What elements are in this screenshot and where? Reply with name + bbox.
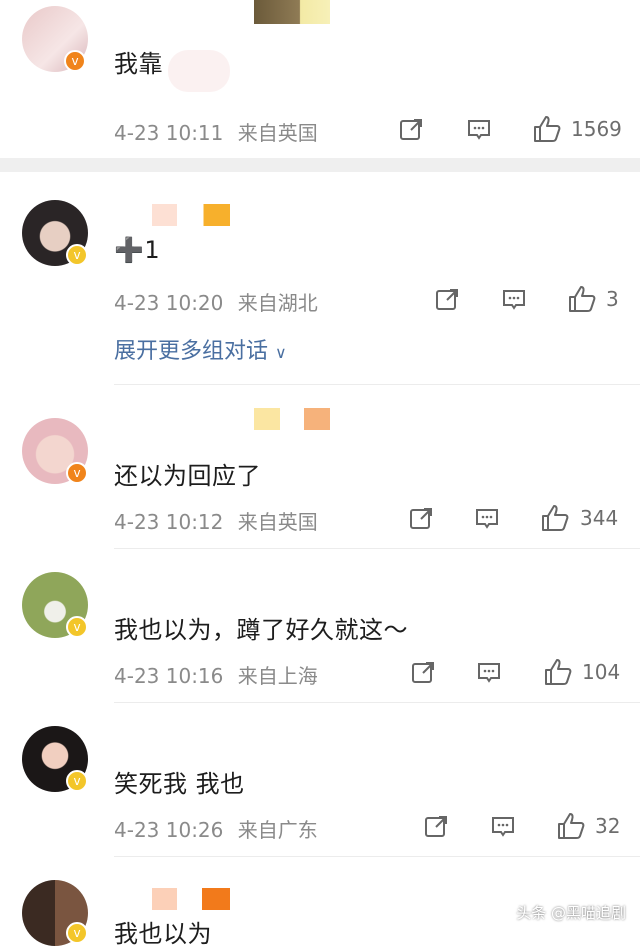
comment-location: 来自湖北 bbox=[237, 291, 318, 315]
share-icon[interactable] bbox=[410, 660, 436, 686]
sticker-image bbox=[168, 50, 230, 92]
username[interactable] bbox=[254, 408, 330, 430]
comment-time: 4-23 10:16 bbox=[114, 664, 224, 688]
comment-icon[interactable] bbox=[474, 506, 500, 532]
verified-badge-icon: v bbox=[66, 244, 88, 266]
share-icon[interactable] bbox=[423, 814, 449, 840]
chevron-down-icon: ∨ bbox=[275, 343, 287, 362]
comment-location: 来自广东 bbox=[237, 818, 318, 842]
expand-label: 展开更多组对话 bbox=[114, 339, 269, 364]
comment-time: 4-23 10:12 bbox=[114, 510, 224, 534]
comment-meta: 4-23 10:26 来自广东 bbox=[114, 814, 318, 843]
divider bbox=[114, 548, 640, 549]
divider bbox=[114, 702, 640, 703]
comment-location: 来自英国 bbox=[237, 510, 318, 534]
comment-meta: 4-23 10:11 来自英国 bbox=[114, 117, 318, 146]
comment-meta: 4-23 10:20 来自湖北 bbox=[114, 287, 318, 316]
comment-icon[interactable] bbox=[490, 814, 516, 840]
verified-badge-icon: v bbox=[66, 922, 88, 944]
comment-time: 4-23 10:20 bbox=[114, 291, 224, 315]
like-count: 1569 bbox=[571, 117, 622, 141]
verified-badge-icon: v bbox=[66, 770, 88, 792]
verified-badge-icon: v bbox=[66, 616, 88, 638]
like-icon[interactable] bbox=[556, 811, 586, 841]
verified-badge-icon: v bbox=[64, 50, 86, 72]
comment-icon[interactable] bbox=[476, 660, 502, 686]
username[interactable] bbox=[254, 0, 330, 24]
comment-text: 还以为回应了 bbox=[114, 462, 261, 490]
username[interactable] bbox=[152, 204, 230, 226]
share-icon[interactable] bbox=[434, 287, 460, 313]
section-divider bbox=[0, 158, 640, 172]
share-icon[interactable] bbox=[398, 117, 424, 143]
comment-text: 我靠 bbox=[114, 50, 163, 78]
watermark: 头条 @黑喵追剧 bbox=[516, 904, 626, 922]
like-icon[interactable] bbox=[540, 503, 570, 533]
like-icon[interactable] bbox=[532, 114, 562, 144]
like-icon[interactable] bbox=[543, 657, 573, 687]
comment-text: 我也以为 bbox=[114, 920, 212, 948]
like-icon[interactable] bbox=[567, 284, 597, 314]
divider bbox=[114, 384, 640, 385]
comment-location: 来自上海 bbox=[237, 664, 318, 688]
comment-meta: 4-23 10:12 来自英国 bbox=[114, 506, 318, 535]
like-count: 3 bbox=[606, 287, 619, 311]
comment-icon[interactable] bbox=[466, 117, 492, 143]
comment-text: ➕1 bbox=[114, 236, 161, 264]
comment-time: 4-23 10:11 bbox=[114, 121, 224, 145]
username[interactable] bbox=[152, 888, 230, 910]
expand-conversation-link[interactable]: 展开更多组对话 ∨ bbox=[114, 333, 287, 365]
like-count: 32 bbox=[595, 814, 621, 838]
comment-location: 来自英国 bbox=[237, 121, 318, 145]
comment-text: 我也以为，蹲了好久就这～ bbox=[114, 616, 408, 644]
comment-icon[interactable] bbox=[501, 287, 527, 313]
like-count: 104 bbox=[582, 660, 621, 684]
comment-time: 4-23 10:26 bbox=[114, 818, 224, 842]
divider bbox=[114, 856, 640, 857]
share-icon[interactable] bbox=[408, 506, 434, 532]
verified-badge-icon: v bbox=[66, 462, 88, 484]
comment-text: 笑死我 我也 bbox=[114, 770, 245, 798]
like-count: 344 bbox=[580, 506, 619, 530]
comment-meta: 4-23 10:16 来自上海 bbox=[114, 660, 318, 689]
